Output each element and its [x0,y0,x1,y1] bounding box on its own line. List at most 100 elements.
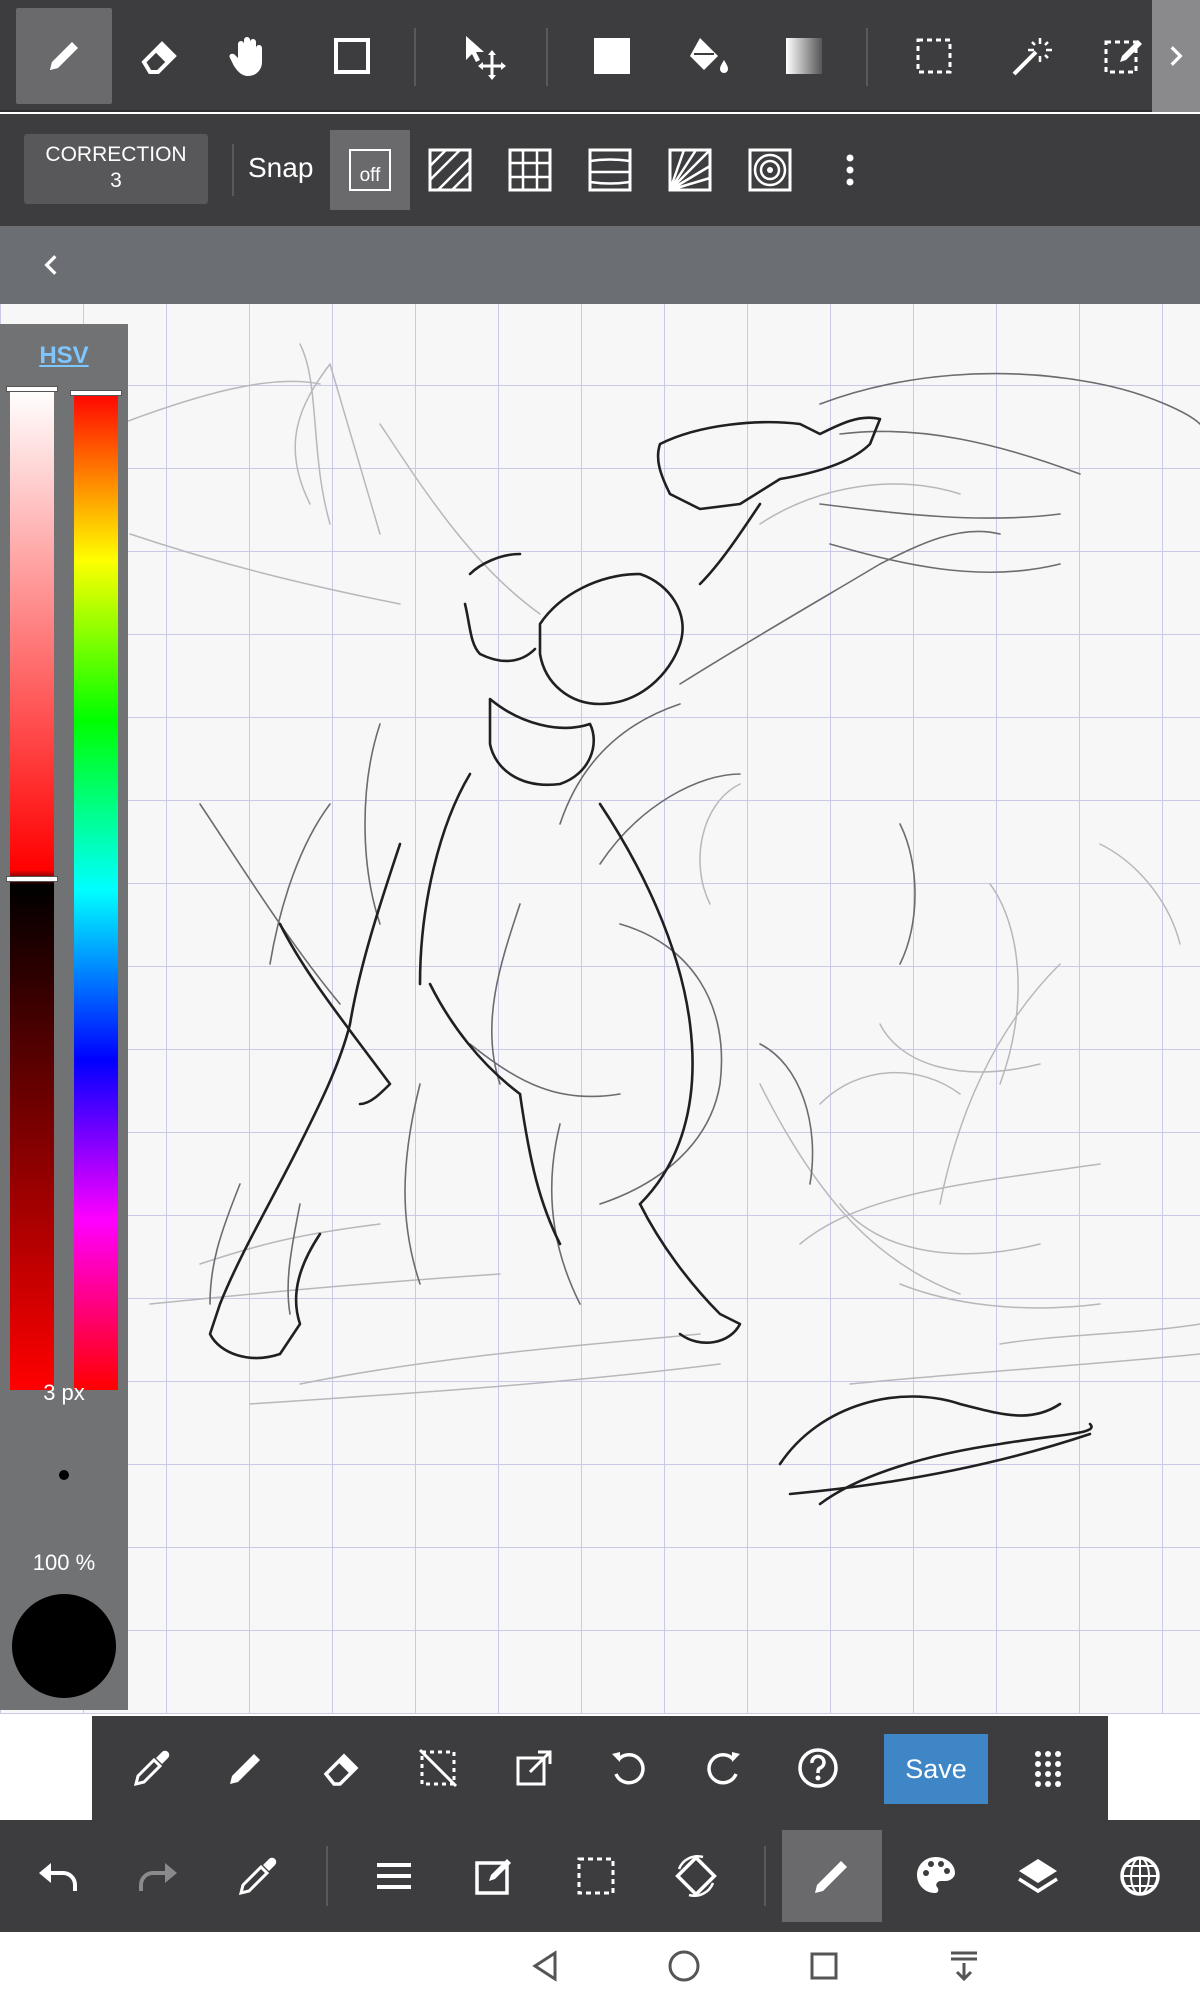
globe-icon [1120,1856,1160,1896]
toolbar-divider [546,28,548,86]
color-panel: HSV 3 px 100 % [0,324,128,1710]
rotate-canvas-icon [675,1855,717,1897]
drawing-canvas[interactable] [0,304,1200,1714]
quick-pen-button[interactable] [216,1738,276,1798]
grid-dots-icon [1035,1751,1061,1787]
quick-bar-menu-button[interactable] [1018,1738,1078,1798]
undo-button[interactable] [8,1830,108,1922]
brush-size-preview [59,1470,69,1480]
eraser-icon [323,1753,359,1786]
opacity-label[interactable]: 100 % [0,1550,128,1576]
correction-button[interactable]: CORRECTION 3 [24,134,208,204]
transform-button[interactable] [504,1738,564,1798]
snap-grid-button[interactable] [490,130,570,210]
options-divider [232,144,234,196]
eyedropper-icon [133,1750,170,1787]
pen-icon [230,1754,260,1784]
magic-wand-tool-button[interactable] [982,8,1078,104]
correction-label: CORRECTION [45,143,187,166]
move-select-icon [466,36,506,80]
nav-home-button[interactable] [660,1942,708,1990]
collapse-panel-button[interactable] [30,244,72,286]
snap-off-button[interactable]: off [330,130,410,210]
move-tool-button[interactable] [436,8,532,104]
sketch-artwork [119,343,1200,1506]
color-palette-button[interactable] [886,1830,986,1922]
brush-button[interactable] [782,1830,882,1922]
hide-bar-icon [951,1951,977,1982]
bottom-divider [764,1846,766,1906]
gradient-tool-button[interactable] [756,8,852,104]
nav-hide-button[interactable] [940,1942,988,1990]
rotate-left-icon [612,1752,645,1785]
snap-more-button[interactable] [810,130,890,210]
rotate-right-button[interactable] [694,1738,754,1798]
radial-lines-icon [668,148,712,192]
snap-circle-button[interactable] [730,130,810,210]
redo-icon [139,1863,177,1891]
selection-icon [916,38,952,74]
redo-button[interactable] [108,1830,208,1922]
help-button[interactable] [788,1738,848,1798]
rotate-left-button[interactable] [598,1738,658,1798]
selection-button[interactable] [546,1830,646,1922]
system-navigation-bar [0,1932,1200,2000]
triangle-back-icon [532,1950,557,1982]
nav-recents-button[interactable] [800,1942,848,1990]
hsv-mode-tab[interactable]: HSV [0,342,128,370]
brush-size-label[interactable]: 3 px [0,1380,128,1406]
gradient-icon [786,38,822,74]
horizontal-lines-icon [588,148,632,192]
eyedropper-icon [238,1857,277,1896]
pen-tool-button[interactable] [16,8,112,104]
eyedropper-button[interactable] [122,1738,182,1798]
snap-parallel-button[interactable] [410,130,490,210]
save-button[interactable]: Save [884,1734,988,1804]
magic-wand-icon [1012,38,1052,76]
sv-slider-top-marker [6,386,58,392]
quick-eraser-button[interactable] [312,1738,372,1798]
quick-action-bar: Save [92,1716,1108,1820]
rotate-canvas-button[interactable] [646,1830,746,1922]
pen-icon [50,42,78,70]
menu-button[interactable] [344,1830,444,1922]
hue-slider-thumb[interactable] [70,390,122,396]
eraser-icon [141,41,177,74]
toolbar-more-button[interactable] [1152,0,1200,112]
filled-rectangle-icon [594,38,630,74]
current-color-swatch[interactable] [12,1594,116,1698]
rectangle-icon [334,38,370,74]
layers-icon [1018,1859,1058,1894]
snap-horizontal-button[interactable] [570,130,650,210]
selection-pen-icon [1104,40,1142,74]
hand-icon [229,37,262,76]
nav-back-button[interactable] [522,1942,570,1990]
undo-icon [39,1863,77,1891]
hue-slider[interactable] [74,390,118,1390]
snap-off-label: off [349,149,391,191]
fill-rect-tool-button[interactable] [564,8,660,104]
help-icon [798,1748,838,1788]
transform-icon [516,1750,552,1786]
grid-icon [508,148,552,192]
settings-button[interactable] [1090,1830,1190,1922]
saturation-value-slider[interactable] [10,390,54,1390]
circle-home-icon [668,1950,700,1982]
chevron-left-icon [44,255,57,275]
eraser-tool-button[interactable] [112,8,208,104]
select-tool-button[interactable] [886,8,982,104]
snap-radial-button[interactable] [650,130,730,210]
hand-tool-button[interactable] [200,8,296,104]
toolbar-divider [414,28,416,86]
deselect-button[interactable] [408,1738,468,1798]
bucket-tool-button[interactable] [660,8,756,104]
layers-button[interactable] [988,1830,1088,1922]
panel-toggle-bar [0,226,1200,304]
sv-slider-thumb[interactable] [6,876,58,882]
pen-icon [815,1861,847,1893]
more-vertical-icon [846,154,854,186]
edit-button[interactable] [444,1830,544,1922]
concentric-circles-icon [748,148,792,192]
bottom-eyedropper-button[interactable] [208,1830,308,1922]
shape-tool-button[interactable] [304,8,400,104]
